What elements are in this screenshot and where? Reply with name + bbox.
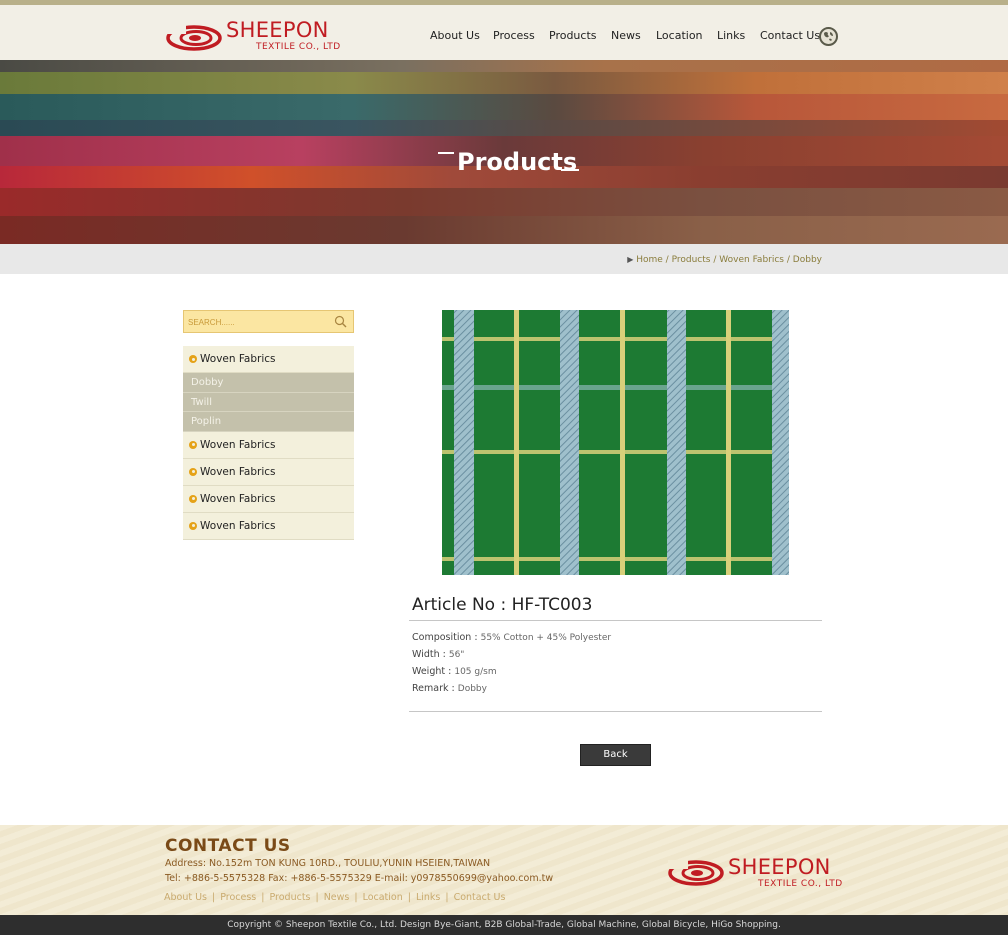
contact-address: Address: No.152m TON KUNG 10RD., TOULIU,… xyxy=(165,858,491,869)
footer-link-contact-us[interactable]: Contact Us xyxy=(454,892,506,903)
search-input[interactable] xyxy=(188,316,328,329)
title-deco-top xyxy=(438,152,454,154)
spec-label: Width : xyxy=(412,649,446,660)
brand-name: SHEEPON xyxy=(728,855,831,879)
spec-value: 105 g/sm xyxy=(454,667,497,677)
link-separator: | xyxy=(354,892,358,903)
site-header: SHEEPON TEXTILE CO., LTD About Us Proces… xyxy=(0,5,1008,60)
sidebar-subitem-poplin[interactable]: Poplin xyxy=(183,412,354,432)
spec-value: 56" xyxy=(448,650,465,660)
hero-banner: Products xyxy=(0,60,1008,244)
breadcrumb-separator: / xyxy=(713,255,717,265)
footer-link-news[interactable]: News xyxy=(324,892,350,903)
product-image xyxy=(442,310,789,575)
title-deco-bottom xyxy=(561,169,579,171)
footer-link-about-us[interactable]: About Us xyxy=(164,892,207,903)
nav-process[interactable]: Process xyxy=(493,29,535,42)
sidebar-category[interactable]: Woven Fabrics xyxy=(183,346,354,373)
divider xyxy=(409,711,822,712)
copyright-bar: Copyright © Sheepon Textile Co., Ltd. De… xyxy=(0,915,1008,935)
breadcrumb-bar: ▶ Home / Products / Woven Fabrics / Dobb… xyxy=(0,244,1008,274)
link-separator: | xyxy=(315,892,319,903)
sidebar-category-label: Woven Fabrics xyxy=(200,492,276,505)
spec-label: Weight : xyxy=(412,666,452,677)
circle-bullet-icon xyxy=(189,440,197,449)
spec-width: Width : 56" xyxy=(412,649,464,660)
footer-link-location[interactable]: Location xyxy=(363,892,403,903)
sidebar-subitem-dobby[interactable]: Dobby xyxy=(183,373,354,393)
sidebar-subitem-label: Twill xyxy=(191,396,212,408)
breadcrumb-home[interactable]: Home xyxy=(636,255,663,265)
link-separator: | xyxy=(212,892,216,903)
divider xyxy=(409,620,822,621)
breadcrumb-products[interactable]: Products xyxy=(672,255,711,265)
contact-phone-email: Tel: +886-5-5575328 Fax: +886-5-5575329 … xyxy=(165,873,554,884)
sidebar-subitem-twill[interactable]: Twill xyxy=(183,392,354,412)
main-nav: About Us Process Products News Location … xyxy=(0,29,1008,49)
footer-link-products[interactable]: Products xyxy=(269,892,310,903)
circle-bullet-icon xyxy=(189,494,197,503)
back-button[interactable]: Back xyxy=(580,744,651,766)
sidebar-category[interactable]: Woven Fabrics xyxy=(183,458,354,486)
plaid-fabric-swatch xyxy=(442,310,789,575)
spec-label: Remark : xyxy=(412,683,455,694)
sidebar-category[interactable]: Woven Fabrics xyxy=(183,485,354,513)
play-arrow-icon: ▶ xyxy=(627,255,634,264)
spec-remark: Remark : Dobby xyxy=(412,683,487,694)
circle-bullet-icon xyxy=(189,355,197,363)
nav-contact-us[interactable]: Contact Us xyxy=(760,29,820,42)
spec-composition: Composition : 55% Cotton + 45% Polyester xyxy=(412,632,611,643)
sidebar-subitem-label: Dobby xyxy=(191,377,224,388)
footer-link-process[interactable]: Process xyxy=(220,892,256,903)
spec-value: Dobby xyxy=(457,684,487,694)
sidebar-category-label: Woven Fabrics xyxy=(200,519,276,532)
sidebar-category-label: Woven Fabrics xyxy=(200,438,276,451)
circle-bullet-icon xyxy=(189,521,197,530)
swirl-logo-icon xyxy=(668,860,724,886)
spec-value: 55% Cotton + 45% Polyester xyxy=(480,633,612,643)
search-box xyxy=(183,310,354,333)
article-number: Article No : HF-TC003 xyxy=(412,595,593,615)
footer-brand-logo[interactable]: SHEEPON TEXTILE CO., LTD xyxy=(668,855,842,892)
nav-location[interactable]: Location xyxy=(656,29,703,42)
site-footer: CONTACT US Address: No.152m TON KUNG 10R… xyxy=(0,825,1008,915)
spec-label: Composition : xyxy=(412,632,478,643)
breadcrumb-woven-fabrics[interactable]: Woven Fabrics xyxy=(719,255,784,265)
footer-links: About Us | Process | Products | News | Location |… xyxy=(164,892,505,903)
breadcrumb-dobby[interactable]: Dobby xyxy=(793,255,822,265)
breadcrumb-separator: / xyxy=(786,255,790,265)
page-title: Products xyxy=(457,148,578,176)
sidebar-subitem-label: Poplin xyxy=(191,416,222,427)
link-separator: | xyxy=(445,892,449,903)
footer-link-links[interactable]: Links xyxy=(416,892,440,903)
breadcrumb-separator: / xyxy=(665,255,669,265)
sidebar-category-label: Woven Fabrics xyxy=(200,353,276,365)
nav-news[interactable]: News xyxy=(611,29,641,42)
category-sidebar: Woven Fabrics Dobby Twill Poplin Woven F… xyxy=(183,346,354,540)
brand-subtitle: TEXTILE CO., LTD xyxy=(758,879,843,889)
contact-heading: CONTACT US xyxy=(165,836,291,856)
link-separator: | xyxy=(407,892,411,903)
nav-about-us[interactable]: About Us xyxy=(430,29,480,42)
globe-icon[interactable] xyxy=(819,27,838,46)
breadcrumb: ▶ Home / Products / Woven Fabrics / Dobb… xyxy=(627,255,822,265)
link-separator: | xyxy=(261,892,265,903)
nav-links[interactable]: Links xyxy=(717,29,745,42)
sidebar-category[interactable]: Woven Fabrics xyxy=(183,512,354,540)
sidebar-category[interactable]: Woven Fabrics xyxy=(183,431,354,459)
spec-weight: Weight : 105 g/sm xyxy=(412,666,497,677)
search-icon[interactable] xyxy=(334,315,347,328)
circle-bullet-icon xyxy=(189,467,197,476)
sidebar-category-label: Woven Fabrics xyxy=(200,465,276,478)
nav-products[interactable]: Products xyxy=(549,29,597,42)
